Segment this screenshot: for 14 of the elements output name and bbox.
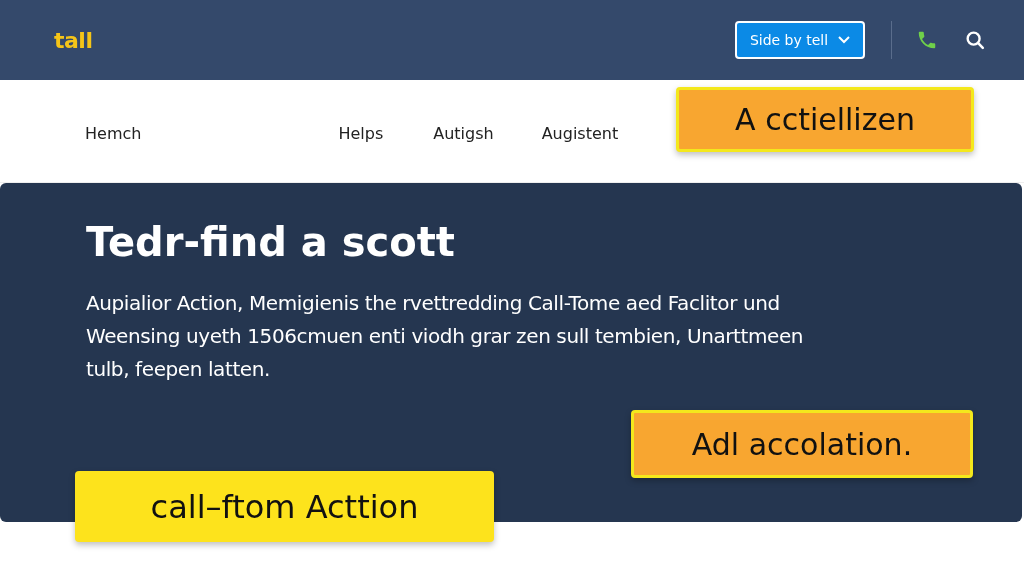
nav-link[interactable]: Autigsh <box>433 123 494 143</box>
hero-text: Aupialior Action, Memigienis the rvettredding Call-Tome aed Faclitor und Weensing uyeth 1506cmuen enti viodh grar zen sull tembien, Unarttmeen tulb, feepen latten. <box>86 290 805 383</box>
nav-link[interactable]: Augistent <box>541 123 619 143</box>
logo[interactable]: tall <box>54 27 93 53</box>
phone-icon[interactable] <box>916 29 938 51</box>
primary-button[interactable]: call–ftom Acttion <box>75 471 494 542</box>
search-icon[interactable] <box>964 29 986 51</box>
call-to-action-button[interactable]: A cctiellizen <box>676 86 974 152</box>
hero-title: Tedr-find a scott <box>86 219 456 265</box>
view-dropdown[interactable]: Side by tell <box>735 21 865 59</box>
caret-icon <box>838 36 851 44</box>
secondary-button[interactable]: Adl accolation. <box>631 410 973 478</box>
nav-link[interactable]: Helps <box>338 123 384 143</box>
nav-link[interactable]: Hemch <box>85 123 142 143</box>
